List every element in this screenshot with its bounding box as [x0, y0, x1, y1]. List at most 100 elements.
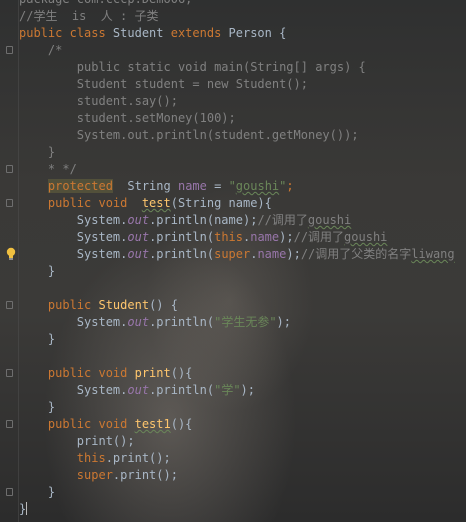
code-token: =	[206, 179, 229, 193]
code-token: public	[47, 298, 99, 312]
code-line[interactable]: }	[6, 484, 466, 501]
code-line[interactable]: protected String name = "goushi";	[19, 178, 466, 195]
code-line[interactable]: public Student() {	[6, 297, 466, 314]
code-token: "	[228, 179, 236, 193]
code-token: );	[286, 247, 301, 261]
code-token: }	[19, 485, 56, 499]
code-token: package com.cccp.Demo06;	[19, 0, 192, 6]
code-token: .println(name);	[149, 213, 258, 227]
code-line[interactable]: System.out.println("学生无参");	[19, 314, 466, 331]
code-line[interactable]: }	[19, 144, 466, 161]
code-token: out	[127, 247, 150, 261]
code-line[interactable]: }	[19, 399, 466, 416]
code-token: public class	[19, 26, 113, 40]
code-token: .print();	[105, 451, 171, 465]
code-token: this	[214, 230, 243, 244]
code-line[interactable]: }	[19, 501, 466, 518]
code-token: (){	[170, 366, 193, 380]
code-line[interactable]: print();	[19, 433, 466, 450]
code-token: public void	[47, 366, 135, 380]
code-line[interactable]: public void test(String name){	[6, 195, 466, 212]
code-line[interactable]: }	[19, 331, 466, 348]
code-line[interactable]: public static void main(String[] args) {	[19, 59, 466, 76]
text-caret	[26, 502, 28, 515]
code-line[interactable]: package com.cccp.Demo06;	[19, 0, 466, 8]
code-token: }	[19, 400, 56, 414]
code-line[interactable]: public class Student extends Person {	[19, 25, 466, 42]
code-token: name	[177, 179, 207, 193]
code-line[interactable]: System.out.println(student.getMoney());	[19, 127, 466, 144]
code-token: //调用了	[257, 213, 308, 227]
code-line[interactable]: public void test1(){	[6, 416, 466, 433]
code-line[interactable]: }	[19, 263, 466, 280]
code-token: public static void main(String[] args) {	[19, 60, 366, 74]
code-area[interactable]: package com.cccp.Demo06; //学生 is 人 : 子类 pu…	[6, 0, 466, 518]
fold-marker-icon[interactable]	[6, 488, 13, 496]
fold-marker-icon[interactable]	[6, 46, 13, 54]
code-token: out	[127, 230, 150, 244]
code-token: System.	[19, 315, 128, 329]
code-token: Student	[112, 26, 171, 40]
code-line[interactable]: super.print();	[19, 467, 466, 484]
code-line[interactable]: this.print();	[19, 450, 466, 467]
code-token: //调用了父类的名字	[300, 247, 412, 261]
code-line[interactable]: System.out.println(name);//调用了goushi	[19, 212, 466, 229]
code-line[interactable]: //学生 is 人 : 子类	[19, 8, 466, 25]
code-line[interactable]: * */	[6, 161, 466, 178]
code-token: }	[19, 502, 27, 516]
code-token: System.	[19, 247, 128, 261]
code-token: liwang	[411, 247, 455, 261]
code-token: );	[279, 230, 294, 244]
code-token: //调用了	[293, 230, 345, 244]
code-line[interactable]: System.out.println(this.name);//调用了goush…	[19, 229, 466, 246]
code-token: print();	[19, 434, 135, 448]
code-line[interactable]: System.out.println("学");	[19, 382, 466, 399]
code-token: ;	[286, 179, 294, 193]
code-token: );	[276, 315, 291, 329]
fold-marker-icon[interactable]	[6, 369, 13, 377]
code-token: name	[250, 230, 280, 244]
code-token: //学生 is 人 : 子类	[19, 9, 159, 23]
code-line[interactable]: /*	[6, 42, 466, 59]
code-line[interactable]	[19, 280, 466, 297]
code-token: System.out.println(student.getMoney());	[19, 128, 359, 142]
code-line[interactable]: Student student = new Student();	[19, 76, 466, 93]
code-token: "学生无参"	[214, 315, 277, 329]
code-token: /*	[19, 43, 63, 57]
code-token: .print();	[112, 468, 178, 482]
code-token: System.	[19, 230, 128, 244]
code-token: .println(	[149, 247, 215, 261]
code-token: (){	[170, 417, 193, 431]
fold-marker-icon[interactable]	[6, 420, 13, 428]
code-token: super	[214, 247, 251, 261]
code-token: * */	[19, 162, 77, 176]
fold-marker-icon[interactable]	[6, 301, 13, 309]
lightbulb-icon[interactable]	[6, 247, 16, 261]
code-token: out	[127, 383, 150, 397]
code-line[interactable]: student.say();	[19, 93, 466, 110]
code-token: Person {	[228, 26, 287, 40]
code-line[interactable]: System.out.println(super.name);//调用了父类的名…	[6, 246, 466, 263]
code-editor[interactable]: package com.cccp.Demo06; //学生 is 人 : 子类 pu…	[0, 0, 466, 522]
code-token: }	[19, 332, 56, 346]
fold-marker-icon[interactable]	[6, 199, 13, 207]
code-token: System.	[19, 213, 128, 227]
code-token: goushi	[235, 179, 280, 193]
code-token: "学"	[214, 383, 241, 397]
code-token: (String name){	[170, 196, 272, 210]
code-line[interactable]	[19, 348, 466, 365]
editor-gutter[interactable]	[0, 0, 19, 522]
code-token: print	[134, 366, 171, 380]
fold-marker-icon[interactable]	[6, 165, 13, 173]
code-token: System.	[19, 383, 128, 397]
code-token: .println(	[149, 383, 215, 397]
code-token: Student	[98, 298, 150, 312]
code-token: .println(	[149, 230, 215, 244]
code-line[interactable]: student.setMoney(100);	[19, 110, 466, 127]
code-line[interactable]: public void print(){	[6, 365, 466, 382]
